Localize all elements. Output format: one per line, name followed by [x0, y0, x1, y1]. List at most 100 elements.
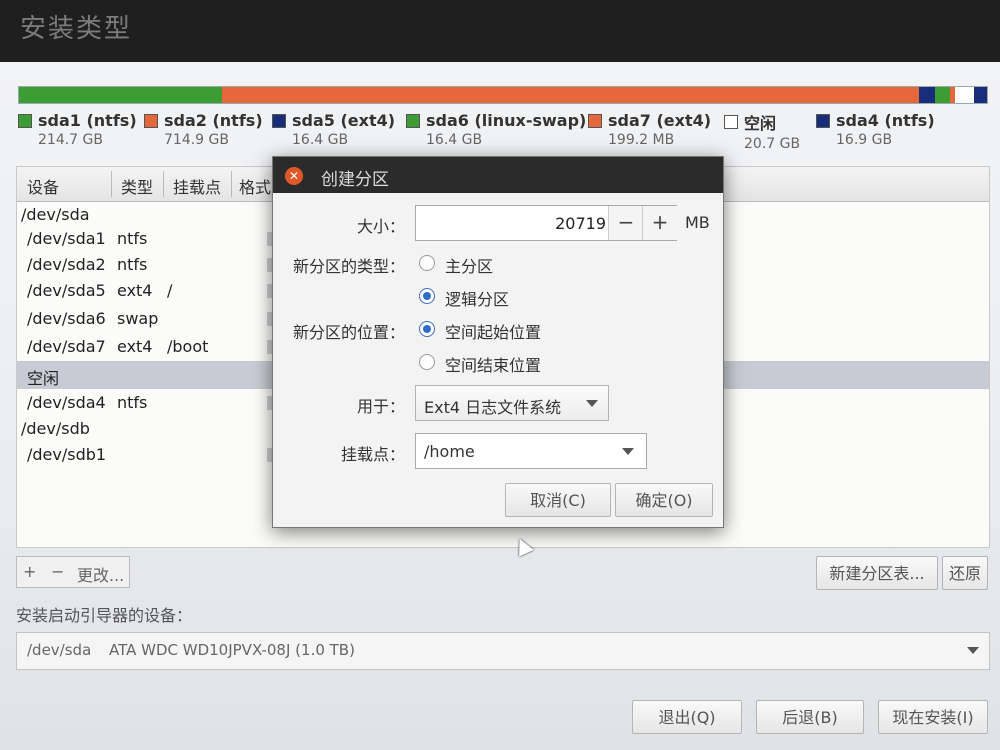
size-label: 大小： [356, 217, 405, 236]
close-icon[interactable]: ✕ [285, 167, 303, 185]
location-start-radio[interactable] [419, 321, 435, 337]
change-partition-button[interactable]: 更改... [77, 562, 124, 586]
chevron-down-icon [967, 647, 979, 654]
legend-item: sda4 (ntfs) 16.9 GB [816, 110, 935, 148]
row-mount: / [167, 281, 173, 300]
boot-device-select[interactable]: /dev/sda ATA WDC WD10JPVX-08J (1.0 TB) [16, 632, 990, 670]
legend-item: sda7 (ext4) 199.2 MB [588, 110, 711, 148]
legend-size: 214.7 GB [38, 132, 103, 148]
legend-size: 20.7 GB [744, 136, 801, 152]
legend-size: 199.2 MB [608, 132, 675, 148]
row-device: /dev/sda4 [27, 393, 106, 412]
partition-bar-segment [919, 87, 935, 103]
remove-partition-button[interactable]: − [51, 562, 64, 581]
chevron-down-icon [586, 400, 598, 407]
size-value: 20719 [555, 214, 606, 233]
dialog-titlebar: ✕ 创建分区 [273, 157, 723, 193]
legend-swatch [588, 113, 602, 128]
header-mount[interactable]: 挂载点 [173, 174, 221, 198]
legend-name: sda2 (ntfs) [164, 111, 263, 130]
legend-swatch [144, 113, 158, 128]
partition-bar-segment [222, 87, 920, 103]
legend-name: sda6 (linux-swap) [426, 111, 587, 130]
legend-item: sda2 (ntfs) 714.9 GB [144, 110, 263, 148]
mount-point-label: 挂载点： [340, 445, 405, 464]
legend-name: sda4 (ntfs) [836, 111, 935, 130]
mount-point-value: /home [424, 442, 475, 461]
row-device: /dev/sda6 [27, 309, 106, 328]
row-mount: /boot [167, 337, 209, 356]
partition-bar-segment [955, 87, 975, 103]
quit-button[interactable]: 退出(Q) [632, 700, 742, 734]
add-partition-button[interactable]: + [23, 562, 36, 581]
legend-swatch [816, 113, 830, 128]
partition-location-label: 新分区的位置： [292, 323, 405, 342]
boot-device: /dev/sda [27, 641, 92, 659]
cancel-button[interactable]: 取消(C) [505, 483, 611, 517]
legend-swatch [406, 113, 420, 128]
partition-bar-segment [934, 87, 951, 103]
window-titlebar: 安装类型 [0, 0, 1000, 62]
location-end-radio[interactable] [419, 354, 435, 370]
legend-size: 16.4 GB [426, 132, 483, 148]
row-device: /dev/sda7 [27, 337, 106, 356]
legend-size: 16.9 GB [836, 132, 893, 148]
legend-size: 714.9 GB [164, 132, 229, 148]
header-type[interactable]: 类型 [121, 174, 153, 198]
row-type: ntfs [117, 393, 148, 412]
use-as-select[interactable]: Ext4 日志文件系统 [415, 385, 609, 421]
row-device: /dev/sdb [21, 419, 90, 438]
decrease-size-button[interactable]: − [608, 206, 643, 240]
partition-bar-segment [19, 87, 223, 103]
create-partition-dialog: ✕ 创建分区 大小： 20719 − + MB 新分区的类型： 主分区 逻辑分区… [272, 156, 724, 528]
partition-bar [18, 86, 988, 104]
logical-partition-radio[interactable] [419, 288, 435, 304]
legend-name: sda1 (ntfs) [38, 111, 137, 130]
row-device: /dev/sda2 [27, 255, 106, 274]
row-type: ext4 [117, 281, 153, 300]
legend-swatch [272, 113, 286, 128]
header-format[interactable]: 格式 [239, 174, 271, 198]
row-device: 空闲 [27, 369, 60, 388]
row-type: ntfs [117, 255, 148, 274]
revert-button[interactable]: 还原 [942, 556, 988, 590]
increase-size-button[interactable]: + [642, 206, 677, 240]
row-type: ext4 [117, 337, 153, 356]
row-device: /dev/sdb1 [27, 445, 107, 464]
use-as-label: 用于： [356, 397, 405, 416]
size-unit: MB [685, 213, 710, 232]
partition-type-label: 新分区的类型： [292, 257, 405, 276]
legend-name: sda7 (ext4) [608, 111, 712, 130]
legend-swatch [724, 115, 738, 129]
legend-item: sda1 (ntfs) 214.7 GB [18, 110, 137, 148]
legend-name: sda5 (ext4) [292, 111, 396, 130]
partition-toolbar: + − 更改... [16, 556, 130, 588]
legend-size: 16.4 GB [292, 132, 349, 148]
legend-name: 空闲 [744, 114, 777, 133]
header-device[interactable]: 设备 [27, 174, 59, 198]
row-device: /dev/sda1 [27, 229, 106, 248]
primary-partition-radio[interactable] [419, 255, 435, 271]
primary-partition-label[interactable]: 主分区 [445, 253, 493, 277]
logical-partition-label[interactable]: 逻辑分区 [445, 286, 509, 310]
boot-loader-label: 安装启动引导器的设备： [16, 606, 193, 625]
back-button[interactable]: 后退(B) [756, 700, 864, 734]
install-now-button[interactable]: 现在安装(I) [878, 700, 988, 734]
location-start-label[interactable]: 空间起始位置 [445, 319, 541, 343]
ok-button[interactable]: 确定(O) [615, 483, 713, 517]
dialog-title: 创建分区 [321, 170, 389, 190]
new-partition-table-button[interactable]: 新建分区表... [816, 556, 938, 590]
legend-item: sda5 (ext4) 16.4 GB [272, 110, 395, 148]
location-end-label[interactable]: 空间结束位置 [445, 352, 541, 376]
boot-device-desc: ATA WDC WD10JPVX-08J (1.0 TB) [109, 641, 355, 659]
row-type: ntfs [117, 229, 148, 248]
use-as-value: Ext4 日志文件系统 [424, 398, 562, 417]
size-spinbox[interactable]: 20719 − + [415, 205, 677, 241]
legend-item: 空闲 20.7 GB [724, 110, 800, 152]
window-title: 安装类型 [20, 14, 133, 44]
partition-legend: sda1 (ntfs) 214.7 GB sda2 (ntfs) 714.9 GB sd… [18, 110, 988, 154]
mount-point-combo[interactable]: /home [415, 433, 647, 469]
row-device: /dev/sda [21, 205, 90, 224]
chevron-down-icon[interactable] [622, 448, 634, 455]
legend-swatch [18, 113, 32, 128]
